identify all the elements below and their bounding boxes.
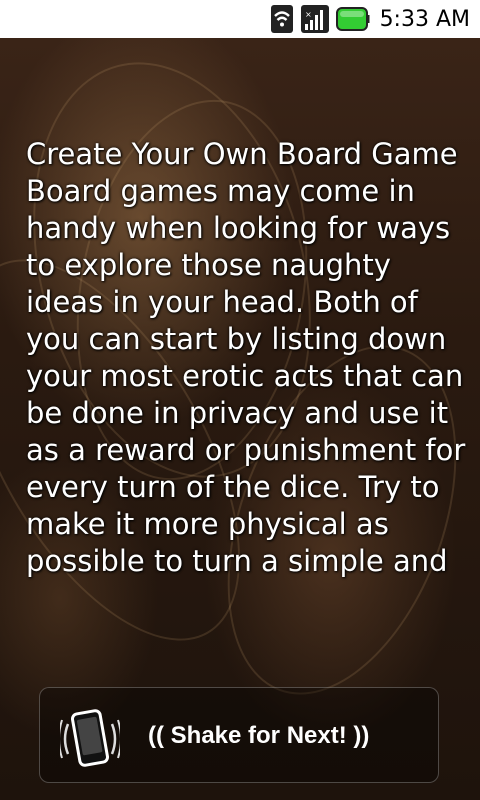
signal-icon: × xyxy=(300,4,330,34)
shake-for-next-button[interactable]: (( Shake for Next! )) xyxy=(39,687,439,783)
wifi-icon xyxy=(270,4,294,34)
battery-icon xyxy=(335,5,370,33)
shake-button-label: (( Shake for Next! )) xyxy=(148,722,370,749)
shake-phone-icon xyxy=(58,706,122,772)
status-bar: × 5:33 AM xyxy=(0,0,480,38)
svg-text:×: × xyxy=(305,10,312,19)
article-text: Create Your Own Board Game Board games m… xyxy=(26,137,466,578)
status-time: 5:33 AM xyxy=(379,6,470,32)
